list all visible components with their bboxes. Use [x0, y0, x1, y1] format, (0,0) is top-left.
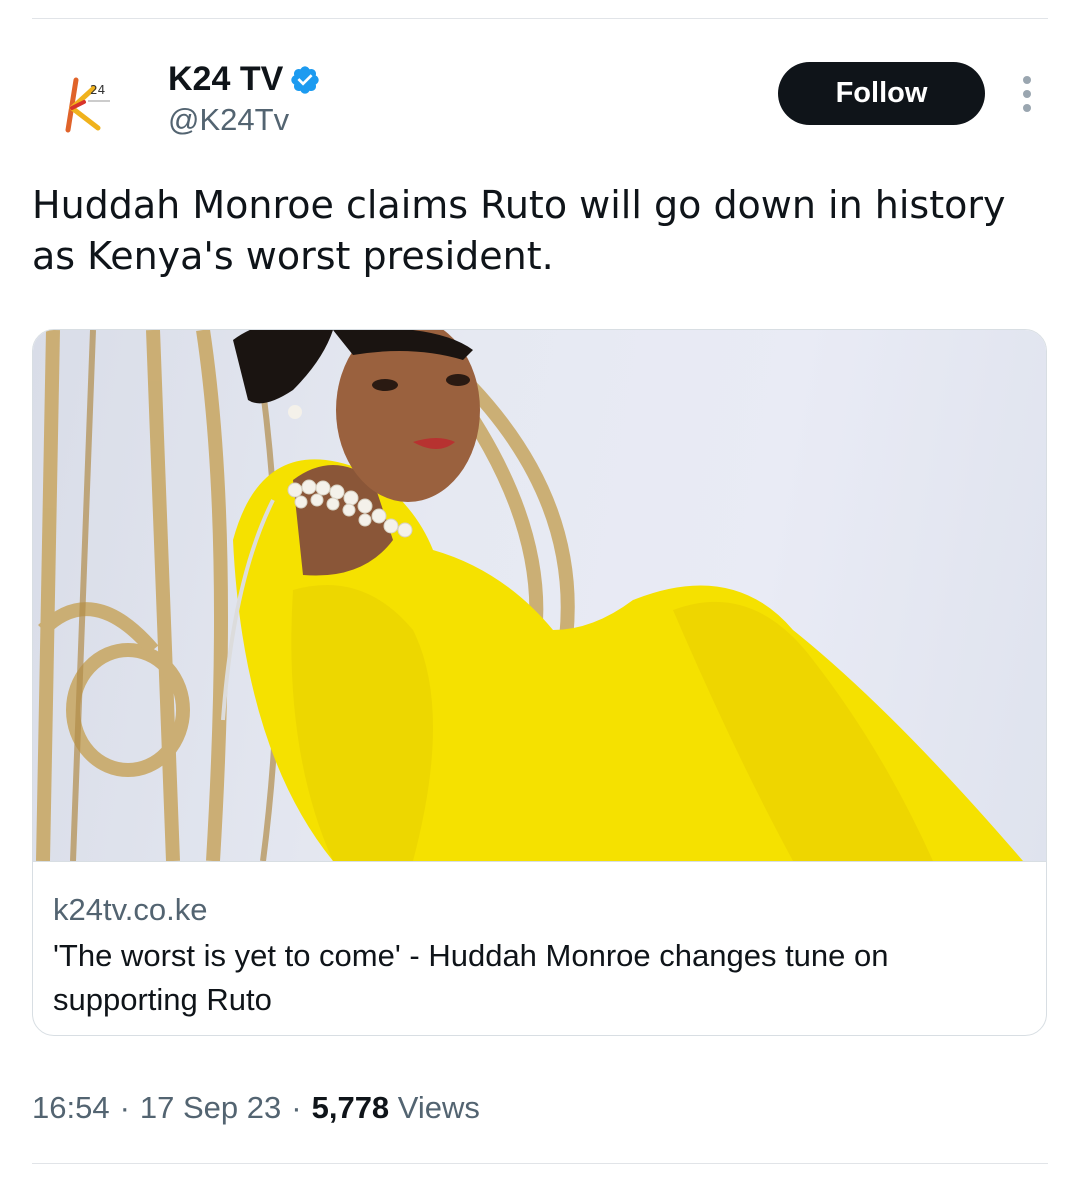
- display-name-text[interactable]: K24 TV: [168, 60, 283, 99]
- follow-button[interactable]: Follow: [778, 62, 985, 125]
- more-dot: [1023, 90, 1031, 98]
- more-options-icon[interactable]: [1013, 76, 1041, 112]
- tweet-date[interactable]: 17 Sep 23: [140, 1090, 281, 1126]
- views-count[interactable]: 5,778: [312, 1090, 390, 1125]
- meta-separator: ·: [291, 1090, 302, 1125]
- svg-text:24: 24: [90, 83, 105, 97]
- bottom-divider: [32, 1163, 1048, 1164]
- top-divider: [32, 18, 1048, 19]
- card-meta[interactable]: k24tv.co.ke 'The worst is yet to come' -…: [33, 861, 1046, 1035]
- tweet-meta: 16:54 · 17 Sep 23 · 5,778 Views: [32, 1090, 480, 1126]
- tweet-text: Huddah Monroe claims Ruto will go down i…: [32, 183, 1006, 278]
- k24-logo-icon: 24: [65, 77, 110, 133]
- card-domain: k24tv.co.ke: [53, 892, 208, 927]
- tweet-time[interactable]: 16:54: [32, 1090, 110, 1126]
- more-dot: [1023, 76, 1031, 84]
- verified-badge-icon: [291, 65, 319, 94]
- views-label[interactable]: Views: [398, 1090, 480, 1125]
- card-photo: [36, 330, 1023, 861]
- avatar[interactable]: 24: [32, 52, 136, 156]
- link-card[interactable]: k24tv.co.ke 'The worst is yet to come' -…: [32, 329, 1047, 1036]
- account-handle[interactable]: @K24Tv: [168, 102, 289, 138]
- card-title: 'The worst is yet to come' - Huddah Monr…: [53, 938, 889, 1017]
- more-dot: [1023, 104, 1031, 112]
- display-name[interactable]: K24 TV: [168, 60, 321, 99]
- meta-separator: ·: [119, 1090, 130, 1125]
- card-image[interactable]: [33, 330, 1046, 861]
